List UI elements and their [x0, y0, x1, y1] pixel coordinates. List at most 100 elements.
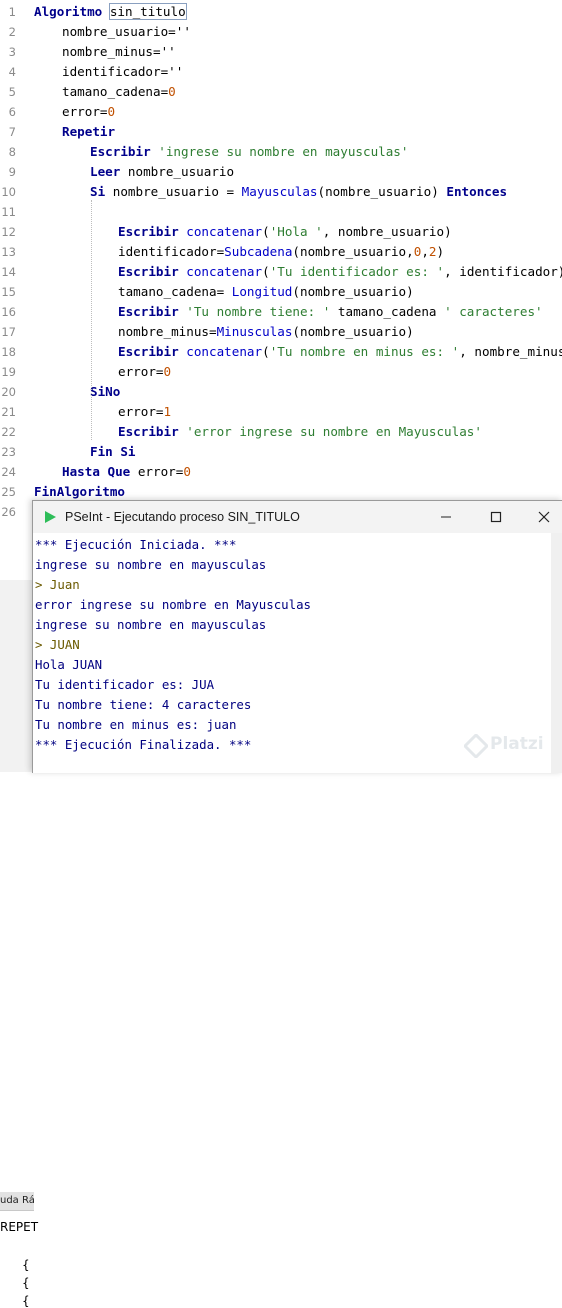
- line-number: 18: [1, 345, 16, 359]
- code-line[interactable]: error=1: [118, 402, 171, 422]
- code-line[interactable]: Algoritmo sin_titulo: [34, 2, 187, 22]
- background-text: {: [22, 1294, 30, 1308]
- console-output-line: error ingrese su nombre en Mayusculas: [35, 597, 312, 612]
- background-tab[interactable]: uda Rá: [0, 1192, 34, 1211]
- code-token: nombre_minus='': [62, 44, 176, 59]
- number-token: 2: [428, 244, 437, 259]
- line-number: 15: [1, 285, 16, 299]
- number-token: 0: [168, 84, 176, 99]
- code-line[interactable]: tamano_cadena=0: [62, 82, 176, 102]
- console-output-line: *** Ejecución Finalizada. ***: [35, 737, 252, 752]
- keyword-token: Escribir: [118, 304, 179, 319]
- line-number: 19: [1, 365, 16, 379]
- line-number: 20: [1, 385, 16, 399]
- keyword-token: Escribir: [118, 344, 179, 359]
- keyword-token: Escribir: [90, 144, 151, 159]
- code-line[interactable]: error=0: [62, 102, 115, 122]
- code-token: tamano_cadena=: [118, 284, 232, 299]
- close-icon: [538, 511, 550, 523]
- line-number: 22: [1, 425, 16, 439]
- watermark: Platzi: [462, 730, 562, 762]
- code-token: (nombre_usuario): [292, 284, 414, 299]
- line-number: 26: [1, 505, 16, 519]
- code-line[interactable]: nombre_minus=Minusculas(nombre_usuario): [118, 322, 414, 342]
- code-token: ,: [421, 244, 429, 259]
- line-number: 21: [1, 405, 16, 419]
- code-line[interactable]: identificador=Subcadena(nombre_usuario,0…: [118, 242, 444, 262]
- code-line[interactable]: error=0: [118, 362, 171, 382]
- number-token: 1: [163, 404, 172, 419]
- string-token: 'Tu identificador es: ': [269, 264, 445, 279]
- background-text: {: [22, 1276, 30, 1290]
- minimize-icon: [441, 516, 451, 518]
- code-line[interactable]: Fin Si: [90, 442, 136, 462]
- line-number: 3: [8, 45, 16, 59]
- code-line[interactable]: nombre_minus='': [62, 42, 176, 62]
- keyword-token: Escribir: [118, 264, 179, 279]
- keyword-token: Entonces: [446, 184, 508, 199]
- number-token: 0: [183, 464, 191, 479]
- code-line[interactable]: Si nombre_usuario = Mayusculas(nombre_us…: [90, 182, 507, 202]
- background-text: REPET: [0, 1220, 39, 1234]
- line-number: 4: [8, 65, 16, 79]
- code-line[interactable]: Escribir 'ingrese su nombre en mayuscula…: [90, 142, 408, 162]
- code-token: , identificador): [444, 264, 562, 279]
- line-number: 24: [1, 465, 16, 479]
- string-token: ' caracteres': [444, 304, 543, 319]
- close-button[interactable]: [521, 501, 562, 533]
- code-token: tamano_cadena: [330, 304, 445, 319]
- string-token: 'Tu nombre tiene: ': [186, 304, 331, 319]
- line-number: 9: [8, 165, 16, 179]
- background-panel: uda Rá REPET { { {: [0, 580, 38, 1308]
- console-input-line: > Juan: [35, 577, 80, 592]
- function-token: concatenar: [186, 224, 263, 239]
- code-token: nombre_usuario: [120, 164, 235, 179]
- console-input-line: > JUAN: [35, 637, 80, 652]
- code-line[interactable]: Escribir 'Tu nombre tiene: ' tamano_cade…: [118, 302, 543, 322]
- line-number: 7: [8, 125, 16, 139]
- code-token: identificador='': [62, 64, 184, 79]
- code-token: (: [262, 344, 270, 359]
- keyword-token: Fin Si: [90, 444, 136, 459]
- code-line[interactable]: Escribir concatenar('Tu nombre en minus …: [118, 342, 562, 362]
- code-line[interactable]: Leer nombre_usuario: [90, 162, 234, 182]
- code-token: nombre_usuario =: [105, 184, 242, 199]
- line-number: 16: [1, 305, 16, 319]
- number-token: 0: [163, 364, 172, 379]
- code-line[interactable]: Repetir: [62, 122, 115, 142]
- function-token: concatenar: [186, 344, 263, 359]
- code-line[interactable]: nombre_usuario='': [62, 22, 191, 42]
- code-line[interactable]: FinAlgoritmo: [34, 482, 125, 502]
- console-output-line: ingrese su nombre en mayusculas: [35, 617, 267, 632]
- console-output-line: Tu nombre en minus es: juan: [35, 717, 237, 732]
- code-line[interactable]: Hasta Que error=0: [62, 462, 191, 482]
- line-number: 8: [8, 145, 16, 159]
- maximize-button[interactable]: [473, 501, 519, 533]
- minimize-button[interactable]: [423, 501, 469, 533]
- code-line[interactable]: Escribir concatenar('Tu identificador es…: [118, 262, 562, 282]
- line-number: 2: [8, 25, 16, 39]
- console-output-line: *** Ejecución Iniciada. ***: [35, 537, 237, 552]
- background-text: {: [22, 1258, 30, 1272]
- code-line[interactable]: tamano_cadena= Longitud(nombre_usuario): [118, 282, 414, 302]
- code-line[interactable]: identificador='': [62, 62, 183, 82]
- code-token: (nombre_usuario,: [292, 244, 414, 259]
- code-line[interactable]: Escribir 'error ingrese su nombre en May…: [118, 422, 482, 442]
- line-number: 6: [8, 105, 16, 119]
- keyword-token: Escribir: [118, 424, 179, 439]
- keyword-token: Repetir: [62, 124, 116, 139]
- line-number: 23: [1, 445, 16, 459]
- code-line[interactable]: Escribir concatenar('Hola ', nombre_usua…: [118, 222, 452, 242]
- function-token: Longitud: [231, 284, 293, 299]
- keyword-token: Si: [90, 184, 106, 199]
- console-output-line: Hola JUAN: [35, 657, 103, 672]
- string-token: 'Hola ': [269, 224, 323, 239]
- line-number: 25: [1, 485, 16, 499]
- console-output-line: Tu identificador es: JUA: [35, 677, 215, 692]
- code-token: (nombre_usuario): [292, 324, 414, 339]
- code-line[interactable]: SiNo: [90, 382, 120, 402]
- window-titlebar[interactable]: PSeInt - Ejecutando proceso SIN_TITULO: [33, 501, 562, 533]
- console-output-line: ingrese su nombre en mayusculas: [35, 557, 267, 572]
- maximize-icon: [490, 511, 502, 523]
